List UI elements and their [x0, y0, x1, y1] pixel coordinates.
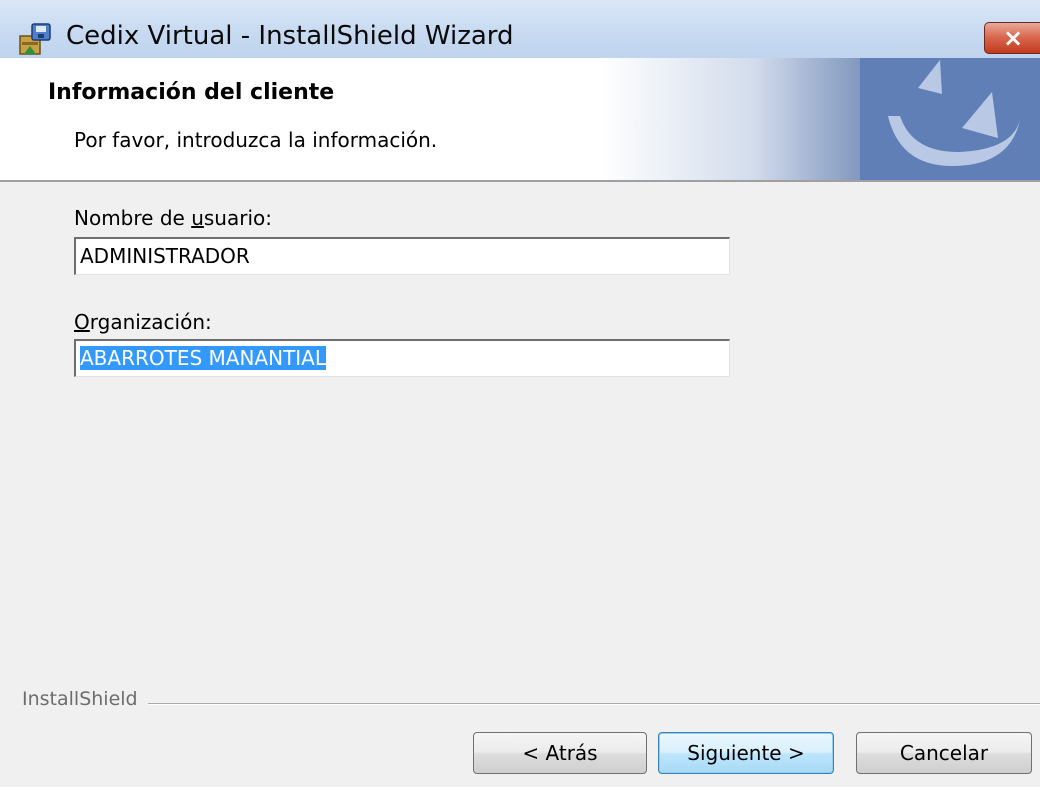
username-label: Nombre de usuario:	[74, 206, 272, 230]
back-button[interactable]: < Atrás	[473, 732, 647, 774]
username-label-suffix: suario:	[203, 206, 272, 230]
username-input[interactable]: ADMINISTRADOR	[74, 237, 730, 275]
installer-icon	[19, 23, 51, 55]
close-icon: ×	[1003, 24, 1024, 52]
window-title: Cedix Virtual - InstallShield Wizard	[66, 21, 514, 51]
organization-label: Organización:	[74, 310, 212, 334]
username-label-mnemonic: u	[191, 206, 204, 230]
organization-label-suffix: rganización:	[89, 310, 212, 334]
page-title: Información del cliente	[48, 80, 335, 105]
close-button[interactable]: ×	[984, 22, 1040, 54]
installer-window: Cedix Virtual - InstallShield Wizard × I…	[0, 0, 1040, 787]
next-button[interactable]: Siguiente >	[658, 732, 834, 774]
organization-input[interactable]: ABARROTES MANANTIAL	[74, 339, 730, 377]
username-label-prefix: Nombre de	[74, 206, 192, 230]
header-banner	[0, 58, 1040, 182]
organization-value-selected: ABARROTES MANANTIAL	[80, 346, 327, 370]
username-value: ADMINISTRADOR	[80, 244, 250, 268]
installshield-brand: InstallShield	[22, 688, 138, 710]
page-subtitle: Por favor, introduzca la información.	[74, 128, 438, 152]
cancel-button[interactable]: Cancelar	[856, 732, 1032, 774]
organization-label-mnemonic: O	[74, 310, 90, 334]
footer-divider	[148, 703, 1040, 705]
installshield-logo-icon	[860, 58, 1040, 180]
